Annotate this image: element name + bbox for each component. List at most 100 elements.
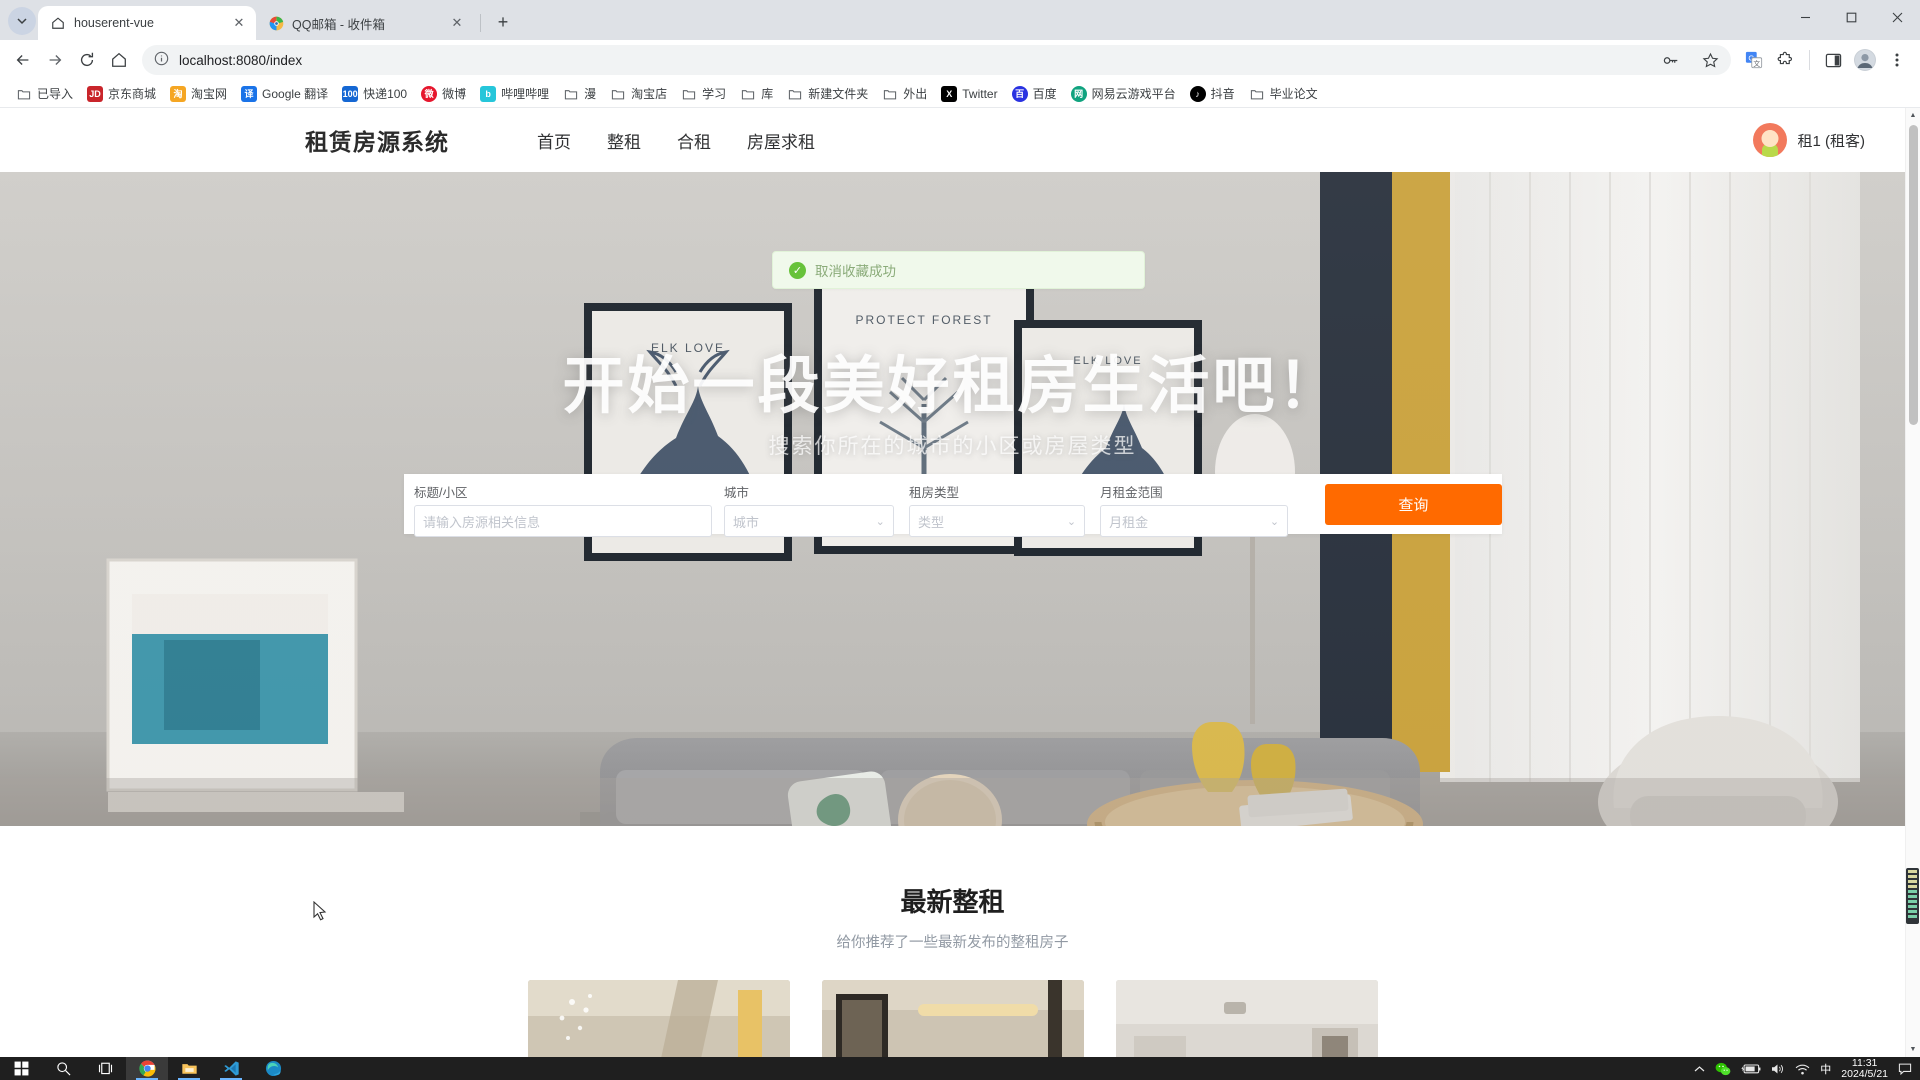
bookmark-item[interactable]: 毕业论文 [1243, 82, 1324, 105]
vscode-icon [223, 1061, 239, 1076]
tab-houserent-vue[interactable]: houserent-vue ✕ [38, 6, 256, 40]
edge-taskbar-icon[interactable] [252, 1057, 294, 1080]
bookmark-item[interactable]: 译 Google 翻译 [235, 82, 334, 105]
page-scrollbar[interactable]: ▲ ▼ [1905, 108, 1920, 1057]
bookmark-item[interactable]: 网网易云游戏平台 [1065, 82, 1182, 105]
task-view-icon [98, 1062, 112, 1075]
chevron-down-icon: ⌄ [1066, 515, 1077, 528]
rent-range-select[interactable]: 月租金 ⌄ [1100, 505, 1289, 537]
folder-icon [16, 86, 32, 102]
bookmark-item[interactable]: 淘淘宝网 [164, 82, 233, 105]
key-icon[interactable] [1655, 45, 1685, 75]
side-panel-icon[interactable] [1818, 45, 1848, 75]
star-icon[interactable] [1695, 45, 1725, 75]
site-logo[interactable]: 租赁房源系统 [305, 123, 449, 157]
title-input[interactable]: 请输入房源相关信息 [414, 505, 712, 537]
house-card-list [0, 980, 1905, 1057]
notification-icon[interactable] [1898, 1062, 1912, 1076]
reload-button[interactable] [72, 45, 102, 75]
chevron-up-icon[interactable] [1694, 1065, 1705, 1073]
house-photo [1115, 980, 1378, 1057]
minimize-button[interactable] [1782, 0, 1828, 34]
battery-charging-icon[interactable] [1741, 1063, 1761, 1075]
tab-title: houserent-vue [74, 16, 154, 30]
wifi-icon[interactable] [1795, 1063, 1810, 1075]
wechat-icon[interactable] [1715, 1062, 1731, 1076]
folder-icon [882, 86, 898, 102]
bookmark-item[interactable]: 微微博 [415, 82, 472, 105]
house-card-2[interactable] [821, 980, 1084, 1057]
bookmark-item[interactable]: 100 快递100 [336, 82, 413, 105]
bookmark-item[interactable]: 已导入 [10, 82, 79, 105]
main-nav: 首页 整租 合租 房屋求租 [537, 128, 815, 153]
bookmark-item[interactable]: JD 京东商城 [81, 82, 162, 105]
puzzle-icon[interactable] [1771, 45, 1801, 75]
jd-icon: JD [87, 85, 104, 102]
side-indicator-widget[interactable] [1906, 868, 1919, 924]
volume-icon[interactable] [1771, 1063, 1785, 1075]
address-bar[interactable]: localhost:8080/index [142, 45, 1731, 75]
window-controls [1782, 0, 1920, 34]
vscode-taskbar-icon[interactable] [210, 1057, 252, 1080]
user-menu[interactable]: 租1 (租客) [1753, 123, 1865, 157]
status-toast: ✓ 取消收藏成功 [772, 251, 1145, 289]
nav-item-shared-rent[interactable]: 合租 [677, 128, 711, 153]
close-icon[interactable]: ✕ [230, 14, 248, 32]
new-tab-button[interactable]: + [489, 8, 517, 36]
twitter-x-icon: X [941, 85, 958, 102]
folder-icon [787, 86, 803, 102]
close-window-button[interactable] [1874, 0, 1920, 34]
info-icon[interactable] [154, 51, 169, 69]
scroll-down-arrow[interactable]: ▼ [1906, 1042, 1920, 1057]
nav-item-house-request[interactable]: 房屋求租 [747, 128, 815, 153]
home-button[interactable] [104, 45, 134, 75]
tab-qqmail[interactable]: QQ邮箱 - 收件箱 ✕ [256, 6, 474, 40]
three-dot-menu-icon[interactable] [1882, 45, 1912, 75]
clock[interactable]: 11:31 2024/5/21 [1841, 1057, 1888, 1080]
scroll-up-arrow[interactable]: ▲ [1906, 108, 1920, 123]
folder-icon [563, 86, 579, 102]
house-card-1[interactable] [527, 980, 790, 1057]
tab-search-button[interactable] [8, 7, 36, 35]
file-explorer-taskbar-icon[interactable] [168, 1057, 210, 1080]
search-button[interactable] [42, 1057, 84, 1080]
bookmark-item[interactable]: 漫 [557, 82, 602, 105]
select-placeholder: 月租金 [1109, 514, 1149, 530]
url-text: localhost:8080/index [179, 52, 303, 68]
bookmark-item[interactable]: b 哔哩哔哩 [474, 82, 555, 105]
maximize-button[interactable] [1828, 0, 1874, 34]
search-button[interactable]: 查询 [1324, 484, 1502, 525]
check-circle-icon: ✓ [789, 261, 806, 279]
browser-window: houserent-vue ✕ QQ邮箱 - 收件箱 ✕ + localhost… [0, 0, 1920, 1057]
close-icon[interactable]: ✕ [448, 14, 466, 32]
bookmark-item[interactable]: 学习 [675, 82, 732, 105]
bookmark-item[interactable]: X Twitter [935, 83, 1003, 105]
start-button[interactable] [0, 1057, 42, 1080]
house-card-3[interactable] [1115, 980, 1378, 1057]
profile-avatar[interactable] [1850, 45, 1880, 75]
house-photo [527, 980, 790, 1057]
forward-button[interactable] [40, 45, 70, 75]
bookmark-item[interactable]: 新建文件夹 [781, 82, 874, 105]
search-panel: 标题/小区 请输入房源相关信息 城市 城市 ⌄ 租房类型 类型 ⌄ 月租金范围 … [404, 474, 1502, 537]
nav-item-home[interactable]: 首页 [537, 128, 571, 153]
scrollbar-thumb[interactable] [1909, 125, 1918, 425]
bookmark-item[interactable]: ♪ 抖音 [1184, 82, 1241, 105]
city-select[interactable]: 城市 ⌄ [723, 505, 894, 537]
ime-indicator[interactable]: 中 [1820, 1061, 1831, 1077]
bookmark-item[interactable]: 库 [734, 82, 779, 105]
bookmark-item[interactable]: 淘宝店 [604, 82, 673, 105]
bookmark-item[interactable]: 百百度 [1006, 82, 1063, 105]
page-viewport: 租赁房源系统 首页 整租 合租 房屋求租 租1 (租客) ✓ 取消收藏成功 开始… [0, 108, 1920, 1057]
nav-item-whole-rent[interactable]: 整租 [607, 128, 641, 153]
task-view-button[interactable] [84, 1057, 126, 1080]
bookmark-label: 淘宝网 [191, 87, 228, 101]
back-button[interactable] [8, 45, 38, 75]
edge-icon [265, 1060, 281, 1077]
google-translate-icon[interactable]: G 文 [1739, 45, 1769, 75]
chrome-taskbar-icon[interactable] [126, 1057, 168, 1080]
baidu-icon: 百 [1011, 85, 1028, 102]
rent-type-select[interactable]: 类型 ⌄ [909, 505, 1086, 537]
bookmark-item[interactable]: 外出 [876, 82, 933, 105]
browser-toolbar: localhost:8080/index G 文 [0, 40, 1920, 80]
